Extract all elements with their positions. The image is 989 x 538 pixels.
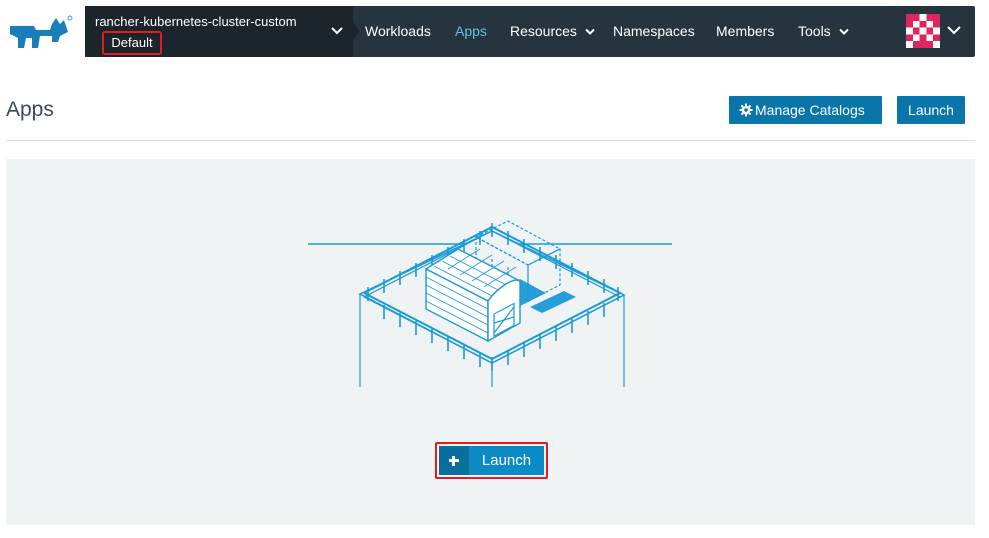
nav-namespaces[interactable]: Namespaces (613, 23, 695, 39)
user-avatar-icon[interactable] (906, 14, 940, 48)
nav-label: Workloads (365, 23, 431, 39)
cluster-project-switcher[interactable]: rancher-kubernetes-cluster-custom Defaul… (85, 6, 353, 57)
chevron-down-icon (585, 29, 595, 36)
cluster-name: rancher-kubernetes-cluster-custom (95, 14, 297, 29)
nav-resources[interactable]: Resources (510, 23, 595, 39)
chevron-down-icon[interactable] (947, 25, 961, 35)
apps-page: rancher-kubernetes-cluster-custom Defaul… (0, 0, 989, 538)
nav-label: Apps (455, 23, 487, 39)
manage-catalogs-label: Manage Catalogs (755, 102, 865, 118)
gear-icon (739, 103, 753, 117)
divider (6, 140, 975, 141)
barn-farm-illustration (308, 220, 672, 387)
empty-state-panel: Launch (6, 159, 975, 525)
chevron-down-icon (838, 29, 849, 36)
plus-icon (439, 446, 469, 475)
project-name[interactable]: Default (102, 31, 162, 55)
chevron-down-icon[interactable] (331, 26, 343, 36)
empty-state-launch-button[interactable]: Launch (435, 442, 548, 479)
launch-button-body: Launch (439, 446, 544, 475)
nav-members[interactable]: Members (716, 23, 774, 39)
top-nav-bar: rancher-kubernetes-cluster-custom Defaul… (85, 6, 975, 57)
manage-catalogs-button[interactable]: Manage Catalogs (729, 96, 882, 124)
nav-tools[interactable]: Tools (798, 23, 849, 39)
nav-apps[interactable]: Apps (455, 23, 487, 39)
switcher-pointer (353, 22, 360, 40)
launch-label: Launch (469, 446, 544, 475)
page-title: Apps (6, 98, 54, 121)
rancher-logo-icon[interactable] (6, 14, 74, 48)
launch-button[interactable]: Launch (897, 96, 965, 124)
nav-workloads[interactable]: Workloads (365, 23, 431, 39)
nav-label: Tools (798, 23, 831, 39)
nav-label: Namespaces (613, 23, 695, 39)
nav-label: Members (716, 23, 775, 39)
nav-label: Resources (510, 23, 577, 39)
